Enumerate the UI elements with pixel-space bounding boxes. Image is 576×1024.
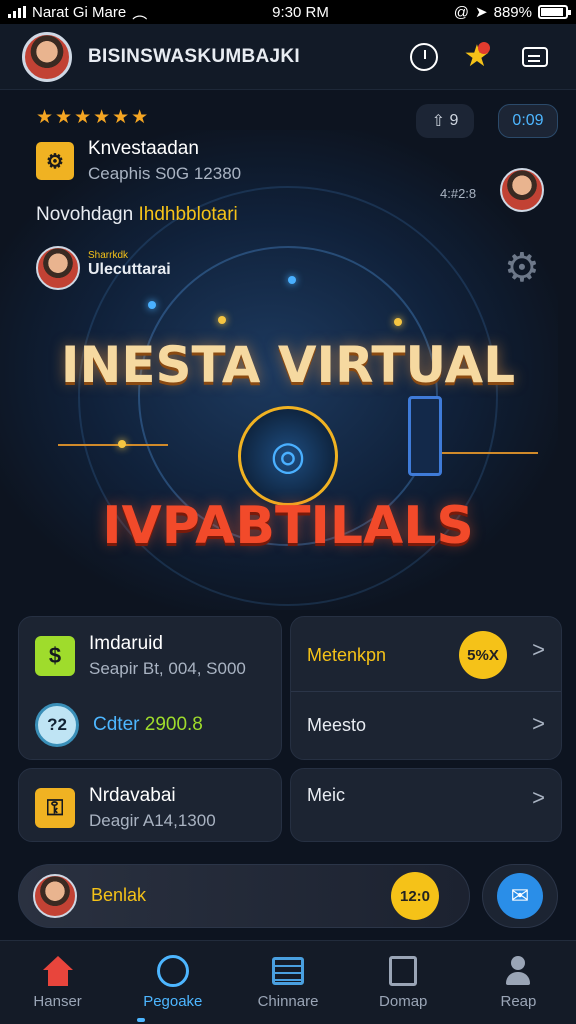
card-account[interactable]: $ Imdaruid Seapir Bt, 004, S000 ?2 Cdter… — [18, 616, 282, 760]
clock-icon[interactable] — [410, 42, 438, 71]
nav-item-reap[interactable]: Reap — [461, 941, 576, 1024]
nav-label: Pegoake — [143, 993, 203, 1010]
user-icon — [503, 956, 533, 986]
document-icon — [272, 957, 304, 985]
menu-item-meesto[interactable]: Meesto — [291, 705, 561, 745]
counter-value: 2900.8 — [144, 714, 203, 735]
location-icon: ➤ — [475, 4, 488, 21]
app-subtitle: Ceaphis S0G 12380 — [88, 164, 242, 183]
circuit-dot — [148, 301, 156, 309]
chevron-right-icon: > — [532, 637, 545, 662]
app-icon: ⚙ — [36, 142, 74, 180]
chevron-right-icon: > — [532, 711, 545, 736]
user-name: Ulecuttarai — [88, 261, 171, 278]
calendar-icon — [389, 956, 418, 986]
dollar-icon: $ — [35, 636, 75, 676]
subheading: Novohdagn Ihdhbblotari — [36, 204, 238, 225]
circuit-dot — [288, 276, 296, 284]
counter-badge: ?2 — [35, 703, 79, 747]
circuit-line — [58, 444, 168, 446]
hero-banner[interactable]: ★★★★★★ ⇧ 9 0:09 ⚙ Knvestaadan Ceaphis S0… — [18, 96, 558, 606]
chevron-right-icon: > — [532, 785, 545, 810]
send-button[interactable]: ✉ — [482, 864, 558, 928]
menu-item-meic[interactable]: Meic > — [290, 768, 562, 842]
percent-badge: 5%X — [459, 631, 507, 679]
favorites-button[interactable]: ★ — [458, 38, 496, 76]
menu-label: Metenkpn — [307, 644, 387, 665]
circuit-dot — [394, 318, 402, 326]
app-name: Knvestaadan — [88, 138, 199, 159]
timer-pill[interactable]: 0:09 — [498, 104, 558, 138]
hero-subheadline: IVPABTILALS — [102, 496, 474, 556]
nav-item-home[interactable]: Hanser — [0, 941, 115, 1024]
nav-item-domap[interactable]: Domap — [346, 941, 461, 1024]
menu-label: Meesto — [307, 714, 367, 735]
app-info: ⚙ Knvestaadan Ceaphis S0G 12380 — [36, 138, 241, 184]
user-avatar[interactable] — [36, 246, 80, 290]
battery-percent: 889% — [493, 3, 532, 21]
battery-icon — [537, 5, 571, 19]
clock-icon — [156, 955, 189, 987]
promo-bar[interactable]: Benlak 12:0 — [18, 864, 470, 928]
app-header: BISINSWASKUMBAJKI ★ — [0, 24, 576, 90]
menu-item-metenkpn[interactable]: Metenkpn — [291, 633, 561, 677]
menu-label: Meic — [307, 785, 346, 805]
at-icon: @ — [453, 3, 470, 21]
card-title: Nrdavabai — [89, 785, 176, 806]
bottom-nav: Hanser Pegoake Chinnare Domap Reap — [0, 940, 576, 1024]
user-block: Sharrkdk Ulecuttarai — [88, 250, 171, 279]
signal-icon — [8, 6, 26, 18]
promo-label: Benlak — [91, 885, 147, 905]
card-subtitle: Deagir A14,1300 — [89, 811, 216, 830]
rating-stars: ★★★★★★ — [36, 107, 151, 128]
nav-label: Domap — [379, 993, 428, 1010]
circuit-dot — [218, 316, 226, 324]
user-small-label: Sharrkdk — [88, 250, 129, 261]
home-icon — [41, 956, 75, 986]
messages-button[interactable] — [516, 38, 554, 76]
author-avatar[interactable] — [500, 168, 544, 212]
upvote-pill[interactable]: ⇧ 9 — [416, 104, 474, 138]
nav-label: Hanser — [33, 993, 82, 1010]
server-icon — [408, 396, 442, 476]
card-title: Imdaruid — [89, 633, 163, 654]
promo-avatar — [33, 874, 77, 918]
nav-item-chinnare[interactable]: Chinnare — [230, 941, 345, 1024]
profile-avatar[interactable] — [22, 31, 72, 82]
circuit-dot — [118, 440, 126, 448]
notification-dot — [478, 41, 490, 54]
promo-badge: 12:0 — [391, 872, 439, 920]
status-time: 9:30 RM — [272, 3, 329, 21]
card-menu: Metenkpn 5%X > Meesto > — [290, 616, 562, 760]
target-icon: ◎ — [238, 406, 338, 506]
nav-label: Reap — [500, 993, 537, 1010]
nav-label: Chinnare — [257, 993, 319, 1010]
gear-icon[interactable]: ⚙ — [504, 248, 540, 288]
app-title: BISINSWASKUMBAJKI — [88, 45, 301, 67]
send-icon: ✉ — [497, 873, 543, 919]
key-icon: ⚿ — [35, 788, 75, 828]
hero-headline: INESTA VIRTUAL — [60, 336, 516, 394]
chat-icon — [522, 46, 548, 67]
active-indicator — [137, 1018, 145, 1022]
counter-label: Cdter — [93, 714, 140, 735]
wifi-icon: ︵ — [132, 4, 148, 22]
nav-item-pegoake[interactable]: Pegoake — [115, 941, 230, 1024]
side-label: 4:#2:8 — [440, 186, 477, 201]
upvote-icon: ⇧ — [431, 113, 450, 130]
card-subtitle: Seapir Bt, 004, S000 — [89, 659, 246, 678]
status-bar: Narat Gi Mare ︵ 9:30 RM @ ➤ 889% — [0, 0, 576, 24]
card-balance[interactable]: ⚿ Nrdavabai Deagir A14,1300 — [18, 768, 282, 842]
carrier-label: Narat Gi Mare — [32, 3, 127, 21]
divider — [291, 691, 561, 692]
